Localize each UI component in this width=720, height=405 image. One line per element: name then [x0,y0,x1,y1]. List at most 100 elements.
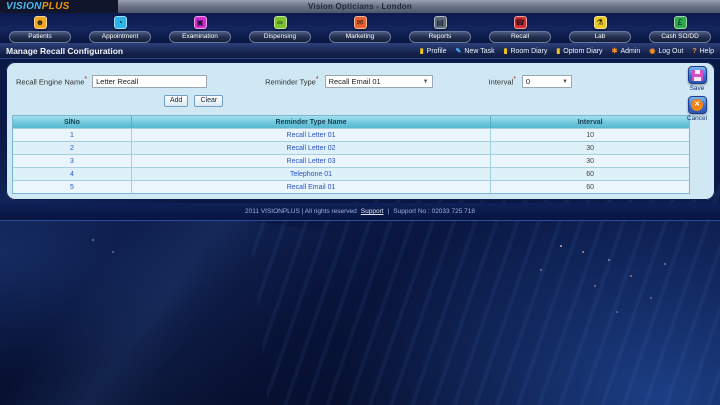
save-button[interactable] [687,66,707,84]
nav-tab-recall[interactable]: ☎ Recall [480,13,560,43]
interval-select[interactable]: 0 ▼ [521,75,572,88]
recall-config-panel: Recall Engine Name* Reminder Type* Recal… [6,62,715,200]
chevron-down-icon: ▼ [561,78,568,85]
toolbar-link-label: New Task [464,47,495,55]
table-row: 5 Recall Email 01 60 [13,180,689,193]
toolbar-link-new-task[interactable]: ✎ New Task [456,48,495,55]
nav-tab-label: Recall [489,31,551,43]
nav-tab-label: Lab [569,31,631,43]
cell-slno[interactable]: 5 [13,181,131,193]
reports-icon: ▤ [433,16,447,29]
cell-reminder-type-name[interactable]: Recall Letter 02 [130,142,490,154]
toolbar-link-room-diary[interactable]: ▮ Room Diary [504,48,548,55]
reminder-type-select[interactable]: Recall Email 01 ▼ [324,75,433,88]
add-button[interactable]: Add [164,95,189,107]
nav-tab-label: Patients [9,31,71,43]
header-reminder-type-name: Reminder Type Name [130,116,490,128]
cell-slno[interactable]: 2 [13,142,131,154]
nav-tab-dispensing[interactable]: ∞ Dispensing [240,13,320,43]
toolbar-link-optom-diary[interactable]: ▮ Optom Diary [556,48,602,55]
form-buttons: Add Clear [164,95,715,107]
nav-tab-cash-so-dd[interactable]: £ Cash SO/DD [640,13,720,43]
profile-icon: ▮ [419,47,424,55]
toolbar-link-label: Admin [620,47,641,55]
required-marker: * [84,76,88,84]
toolbar-links: ▮ Profile ✎ New Task ▮ Room Diary ▮ Optom Diary… [420,48,714,55]
nav-tab-label: Cash SO/DD [649,31,711,43]
visionplus-app-window: VISION PLUS Vision Opticians - London ☻ Pa… [0,0,720,405]
nav-tab-label: Marketing [329,31,391,43]
save-button-label: Save [689,85,705,92]
nav-tab-label: Examination [169,31,231,43]
logo-plus: PLUS [41,1,70,12]
toolbar-link-label: Optom Diary [563,47,603,55]
required-marker: * [315,76,319,84]
footer-bar: 2011 VISIONPLUS | All rights reserved Su… [0,203,720,221]
footer-divider: | [387,208,390,215]
cell-reminder-type-name[interactable]: Recall Letter 03 [130,155,490,167]
support-link[interactable]: Support [361,208,384,215]
cash-so-dd-icon: £ [673,16,687,29]
cell-reminder-type-name[interactable]: Recall Email 01 [130,181,490,193]
chevron-down-icon: ▼ [422,78,429,85]
clear-button[interactable]: Clear [194,95,224,107]
footer-support-no: Support No : 02033 725 718 [393,208,475,215]
nav-tab-reports[interactable]: ▤ Reports [400,13,480,43]
toolbar-link-label: Log Out [658,47,684,55]
header-interval: Interval [490,116,689,128]
new-task-icon: ✎ [455,47,462,55]
cell-interval: 60 [490,168,689,180]
toolbar-link-label: Room Diary [510,47,548,55]
cell-reminder-type-name[interactable]: Recall Letter 01 [130,129,490,141]
admin-icon: ✱ [611,47,618,55]
nav-tab-examination[interactable]: ▣ Examination [160,13,240,43]
toolbar-link-help[interactable]: ? Help [692,48,714,55]
examination-icon: ▣ [193,16,207,29]
lab-icon: ⚗ [593,16,607,29]
reminder-type-label: Reminder Type* [265,76,319,87]
interval-value: 0 [525,77,531,86]
cancel-button[interactable]: ✕ [687,96,707,114]
cell-slno[interactable]: 4 [13,168,131,180]
cell-reminder-type-name[interactable]: Telephone 01 [130,168,490,180]
table-row: 2 Recall Letter 02 30 [13,141,689,154]
nav-tab-patients[interactable]: ☻ Patients [0,13,80,43]
cell-interval: 10 [490,129,689,141]
room-diary-icon: ▮ [503,47,508,55]
main-nav: ☻ Patients ◔ Appointment ▣ Examination ∞ Dispen… [0,13,720,44]
cell-slno[interactable]: 3 [13,155,131,167]
recall-engine-label: Recall Engine Name* [16,76,88,87]
recall-table: SlNo Reminder Type Name Interval 1 Recall… [12,115,690,194]
cell-slno[interactable]: 1 [13,129,131,141]
cell-interval: 30 [490,142,689,154]
dispensing-icon: ∞ [273,16,287,29]
main-content: Recall Engine Name* Reminder Type* Recal… [0,59,720,200]
header-slno: SlNo [63,118,80,126]
cancel-x-icon: ✕ [691,99,703,111]
background-sparkles [560,245,562,247]
table-row: 3 Recall Letter 03 30 [13,154,689,167]
toolbar-link-log-out[interactable]: ◉ Log Out [649,48,683,55]
save-floppy-icon [691,69,703,81]
nav-tab-label: Appointment [89,31,151,43]
nav-tab-label: Dispensing [249,31,311,43]
cancel-button-label: Cancel [686,115,708,122]
interval-label: Interval* [488,76,516,87]
page-header-bar: Manage Recall Configuration ▮ Profile ✎ New… [0,44,720,59]
table-header-row: SlNo Reminder Type Name Interval [13,116,689,128]
cell-interval: 60 [490,181,689,193]
toolbar-link-admin[interactable]: ✱ Admin [612,48,641,55]
nav-tab-appointment[interactable]: ◔ Appointment [80,13,160,43]
reminder-type-value: Recall Email 01 [328,77,381,86]
toolbar-link-profile[interactable]: ▮ Profile [420,48,447,55]
nav-tab-marketing[interactable]: ✉ Marketing [320,13,400,43]
logo-vision: VISION [6,1,42,12]
window-titlebar: VISION PLUS Vision Opticians - London [0,0,720,13]
table-row: 4 Telephone 01 60 [13,167,689,180]
side-actions: Save ✕ Cancel [684,66,710,126]
appointment-icon: ◔ [113,16,127,29]
recall-form: Recall Engine Name* Reminder Type* Recal… [6,62,715,88]
patients-icon: ☻ [33,16,47,29]
nav-tab-lab[interactable]: ⚗ Lab [560,13,640,43]
recall-engine-input[interactable] [92,75,208,88]
